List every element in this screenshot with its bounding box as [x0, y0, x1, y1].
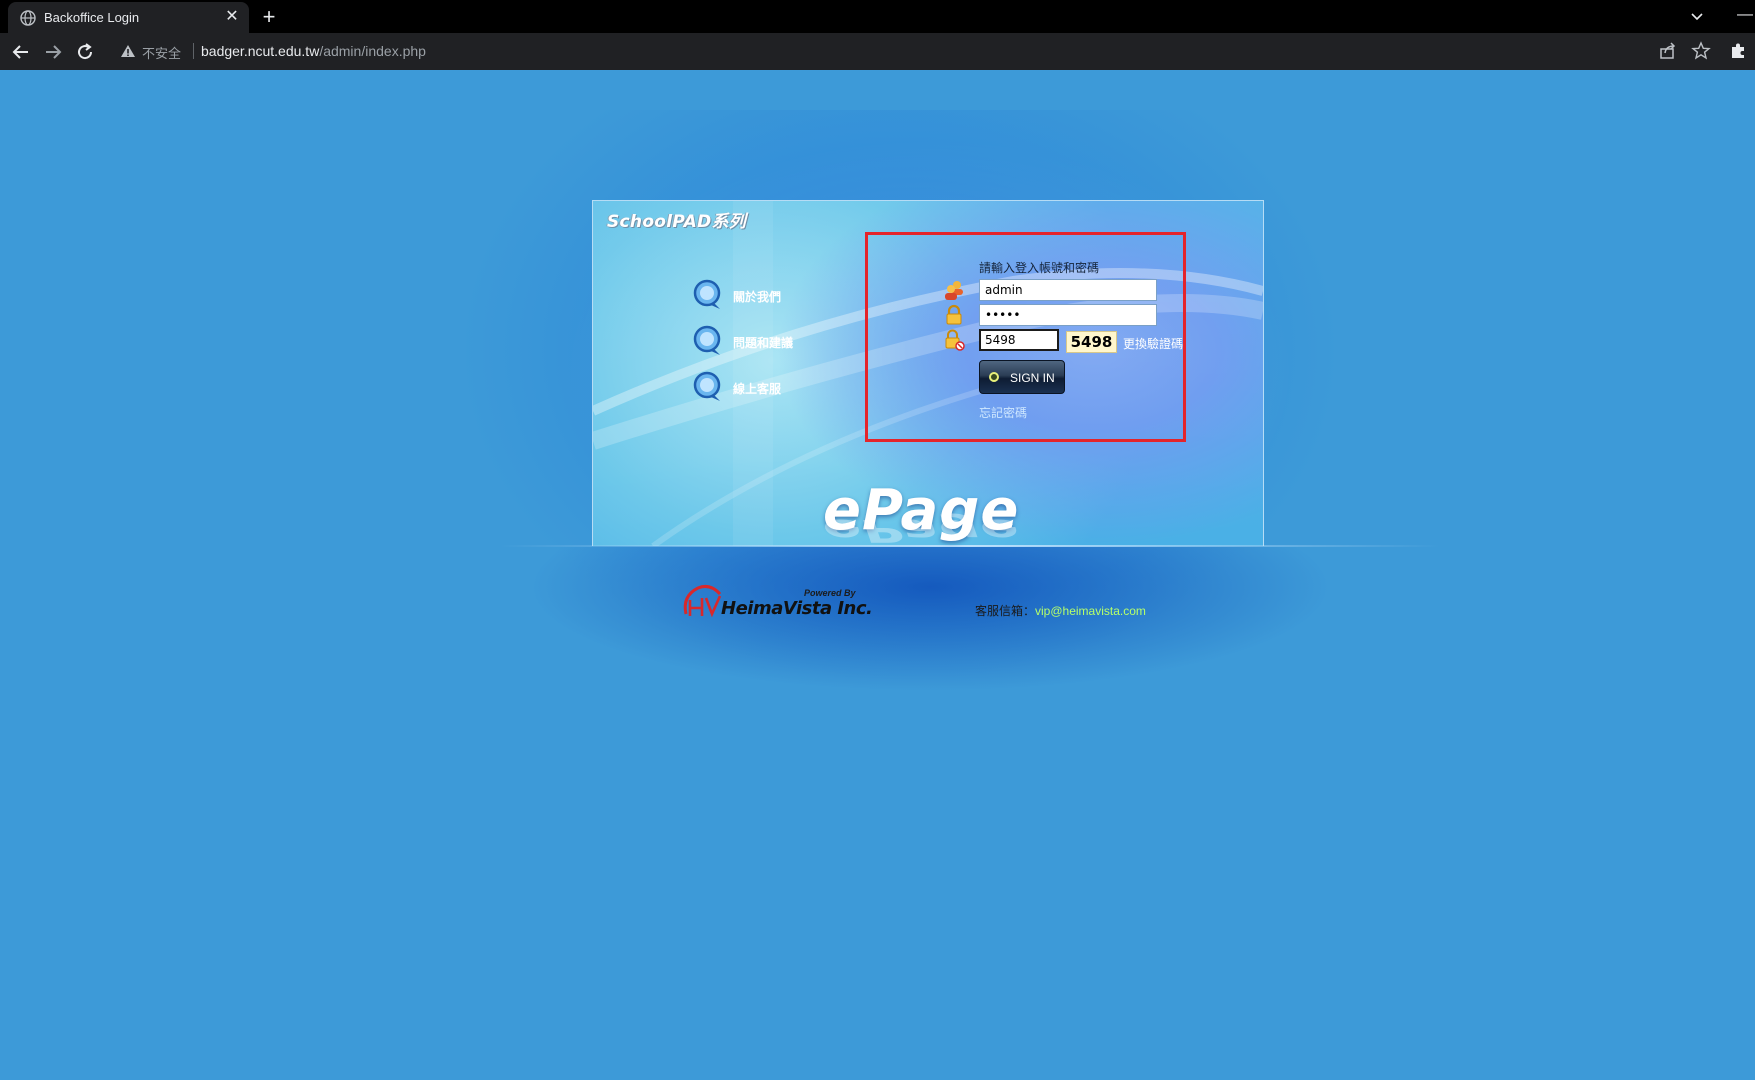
brand-title: SchoolPAD系列: [607, 212, 747, 232]
forward-arrow-icon[interactable]: [41, 40, 65, 64]
users-icon: [945, 281, 963, 300]
powered-by-label: Powered By: [804, 588, 856, 598]
username-input[interactable]: admin: [979, 279, 1157, 301]
puzzle-icon[interactable]: [1728, 41, 1748, 61]
browser-tab-strip: Backoffice Login ✕ + —: [0, 0, 1755, 33]
nav-about-us[interactable]: 關於我們: [693, 279, 833, 313]
star-icon[interactable]: [1691, 41, 1711, 61]
share-icon[interactable]: [1658, 41, 1678, 61]
warning-icon: [121, 45, 135, 57]
speech-bubble-icon: [693, 325, 721, 355]
url-text[interactable]: badger.ncut.edu.tw/admin/index.php: [201, 43, 426, 59]
reload-icon[interactable]: [73, 40, 97, 64]
url-host: badger.ncut.edu.tw: [201, 43, 320, 59]
close-icon[interactable]: ✕: [223, 8, 241, 26]
tab-title: Backoffice Login: [44, 10, 140, 25]
lock-icon: [946, 304, 962, 325]
chevron-down-icon[interactable]: [1688, 7, 1706, 25]
nav-online-support[interactable]: 線上客服: [693, 371, 833, 405]
page-content: SchoolPAD系列 關於我們 問題和建議 線上客服 請輸入登入帳號和密碼 a…: [0, 70, 1755, 1080]
contact-email-link[interactable]: vip@heimavista.com: [1035, 604, 1146, 618]
nav-label: 問題和建議: [733, 336, 794, 350]
speech-bubble-icon: [693, 279, 721, 309]
password-input[interactable]: •••••: [979, 304, 1157, 326]
nav-label: 線上客服: [733, 382, 782, 396]
captcha-image: 5498: [1066, 331, 1117, 353]
minimize-button[interactable]: —: [1735, 5, 1755, 25]
browser-toolbar: 不安全 badger.ncut.edu.tw/admin/index.php: [0, 33, 1755, 71]
address-bar[interactable]: 不安全 badger.ncut.edu.tw/admin/index.php: [108, 36, 1653, 66]
sign-in-button[interactable]: SIGN IN: [979, 360, 1065, 394]
product-logo-reflection: ePage: [823, 512, 1020, 548]
url-path: /admin/index.php: [319, 43, 426, 59]
nav-feedback[interactable]: 問題和建議: [693, 325, 833, 359]
new-tab-button[interactable]: +: [256, 4, 282, 30]
browser-tab-active[interactable]: Backoffice Login ✕: [8, 2, 249, 33]
captcha-lock-icon: [945, 329, 965, 351]
omnibox-divider: [193, 43, 194, 59]
globe-icon: [20, 10, 36, 26]
company-name: HeimaVista Inc.: [721, 598, 873, 619]
footer-glow: [420, 547, 1440, 747]
sign-in-label: SIGN IN: [1010, 371, 1055, 385]
insecure-label: 不安全: [142, 46, 182, 61]
login-prompt: 請輸入登入帳號和密碼: [979, 261, 1100, 275]
captcha-input[interactable]: 5498: [979, 329, 1059, 351]
contact-info: 客服信箱：vip@heimavista.com: [975, 602, 1146, 619]
refresh-captcha-link[interactable]: 更換驗證碼: [1123, 335, 1183, 352]
speech-bubble-icon: [693, 371, 721, 401]
back-arrow-icon[interactable]: [9, 40, 33, 64]
radio-dot-icon: [989, 372, 999, 382]
contact-label: 客服信箱：: [975, 604, 1036, 618]
forgot-password-link[interactable]: 忘記密碼: [979, 404, 1027, 421]
nav-label: 關於我們: [733, 290, 782, 304]
